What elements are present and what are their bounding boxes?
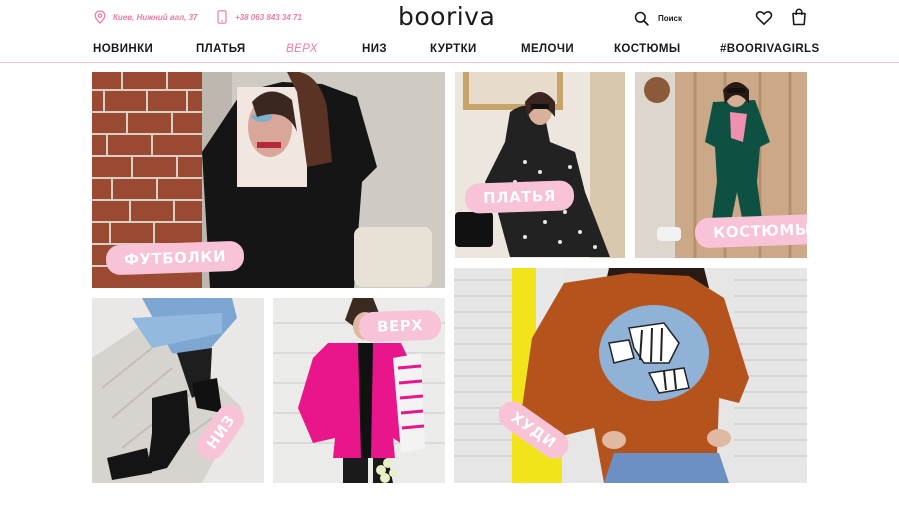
tile-label-suits: КОСТЮМЫ [694,213,807,249]
category-tile-tshirts[interactable]: ФУТБОЛКИ [92,72,445,288]
search-button[interactable]: Поиск [633,10,682,26]
nav-item-new[interactable]: НОВИНКИ [93,43,153,55]
location-pin-icon [93,10,107,24]
shopping-bag-icon[interactable] [791,8,807,26]
tile-label-tops: ВЕРХ [358,309,442,343]
nav-item-accessories[interactable]: МЕЛОЧИ [521,43,574,55]
nav-item-dresses[interactable]: ПЛАТЬЯ [196,43,246,55]
tile-label-tshirts: ФУТБОЛКИ [105,240,245,276]
nav-item-suits[interactable]: КОСТЮМЫ [614,43,681,55]
dresses-photo [455,72,625,258]
store-phone[interactable]: +38 063 843 34 71 [215,10,302,24]
category-tile-suits[interactable]: КОСТЮМЫ [635,72,807,258]
bottoms-photo [92,298,264,483]
hoodies-photo [454,268,807,483]
nav-item-jackets[interactable]: КУРТКИ [430,43,477,55]
heart-icon[interactable] [755,9,773,27]
tile-label-dresses: ПЛАТЬЯ [464,180,575,214]
site-logo[interactable]: booriva [398,2,495,31]
store-address[interactable]: Киев, Нижний вал, 37 [93,10,198,24]
main-navigation: НОВИНКИ ПЛАТЬЯ ВЕРХ НИЗ КУРТКИ МЕЛОЧИ КО… [0,36,899,63]
search-label: Поиск [658,13,683,23]
category-tile-dresses[interactable]: ПЛАТЬЯ [455,72,625,258]
phone-icon [215,10,229,24]
category-tile-hoodies[interactable]: ХУДИ [454,268,807,483]
phone-text: +38 063 843 34 71 [235,12,302,22]
category-tile-bottoms[interactable]: НИЗ [92,298,264,483]
nav-item-tops[interactable]: ВЕРХ [286,43,318,55]
nav-item-bottoms[interactable]: НИЗ [362,43,387,55]
top-bar: Киев, Нижний вал, 37 +38 063 843 34 71 b… [0,0,899,36]
address-text: Киев, Нижний вал, 37 [113,12,198,22]
search-icon [633,10,649,26]
nav-item-boorivagirls[interactable]: #BOORIVAGIRLS [720,43,820,55]
category-tile-tops[interactable]: ВЕРХ [273,298,445,483]
